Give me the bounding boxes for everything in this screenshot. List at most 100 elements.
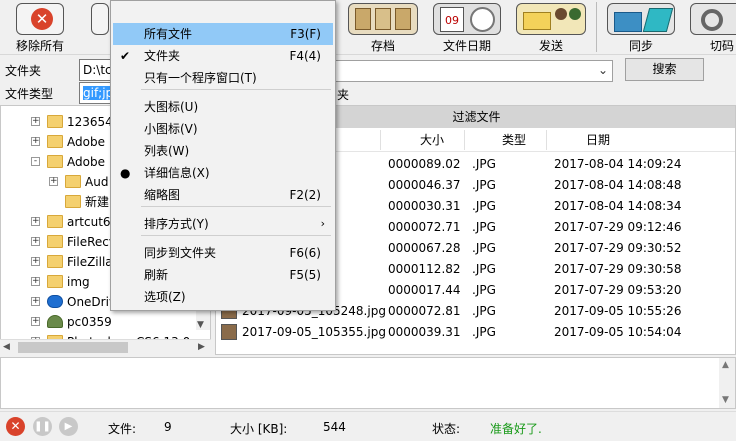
cell-type: .JPG: [472, 220, 496, 234]
cell-size: 0000067.28: [388, 241, 461, 255]
column-size[interactable]: 大小: [420, 128, 444, 152]
sync-folder-icon: [607, 3, 675, 35]
folder-icon: [47, 115, 63, 128]
tree-item-label: Adobe: [67, 155, 105, 169]
cell-type: .JPG: [472, 241, 496, 255]
table-row[interactable]: 2017-09-05_105355.jpg 0000039.31 .JPG 2017-…: [216, 322, 735, 343]
menu-separator: [141, 89, 331, 90]
expand-icon[interactable]: +: [31, 137, 40, 146]
menu-item-label: 所有文件: [144, 27, 193, 41]
menu-item-label: 只有一个程序窗口(T): [144, 71, 257, 85]
pause-icon[interactable]: ❚❚: [33, 417, 52, 436]
menu-item-label: 同步到文件夹: [144, 246, 217, 260]
folder-label: 文件夹: [5, 64, 42, 78]
stop-icon[interactable]: ✕: [6, 417, 25, 436]
scroll-down-icon[interactable]: ▼: [722, 395, 729, 405]
archive-button[interactable]: 存档: [347, 0, 419, 55]
folder-icon: [65, 195, 81, 208]
folder-icon: [47, 255, 63, 268]
scroll-up-icon[interactable]: ▲: [722, 360, 729, 370]
column-type[interactable]: 类型: [502, 128, 526, 152]
collapse-icon[interactable]: -: [31, 157, 40, 166]
menu-item[interactable]: 小图标(V): [113, 118, 333, 140]
gear-icon: [690, 3, 736, 35]
cell-date: 2017-09-05 10:55:26: [554, 304, 682, 318]
menu-item[interactable]: 排序方式(Y) ›: [113, 213, 333, 235]
cell-name: 2017-09-05_105355.jpg: [242, 325, 386, 339]
archive-label: 存档: [370, 39, 395, 53]
menu-item-label: 缩略图: [144, 188, 181, 202]
cell-type: .JPG: [472, 304, 496, 318]
menu-item-label: 大图标(U): [144, 100, 199, 114]
search-button[interactable]: 搜索: [625, 58, 704, 81]
partial-caption: 夹: [337, 88, 350, 102]
scroll-right-icon[interactable]: ▶: [198, 342, 205, 352]
cell-date: 2017-07-29 09:12:46: [554, 220, 682, 234]
partial-toolbar-button[interactable]: [88, 0, 110, 55]
send-button[interactable]: 发送: [514, 0, 588, 55]
cell-type: .JPG: [472, 178, 496, 192]
menu-item-label: 列表(W): [144, 144, 190, 158]
scroll-down-icon[interactable]: ▼: [197, 320, 204, 330]
expand-icon[interactable]: +: [31, 257, 40, 266]
scroll-thumb[interactable]: [18, 342, 128, 353]
expand-icon[interactable]: +: [31, 317, 40, 326]
cell-type: .JPG: [472, 262, 496, 276]
menu-item[interactable]: 列表(W): [113, 140, 333, 162]
cell-size: 0000089.02: [388, 157, 461, 171]
play-icon[interactable]: ▶: [59, 417, 78, 436]
files-count-value: 9: [164, 420, 172, 434]
menu-item[interactable]: 缩略图 F2(2): [113, 184, 333, 206]
menu-item[interactable]: 刷新 F5(5): [113, 264, 333, 286]
tree-horizontal-scrollbar[interactable]: ◀ ▶: [0, 339, 211, 355]
filetype-label: 文件类型: [5, 87, 54, 101]
expand-icon[interactable]: +: [31, 117, 40, 126]
remove-all-button[interactable]: ✕ 移除所有: [6, 0, 74, 55]
expand-icon[interactable]: +: [31, 297, 40, 306]
cell-date: 2017-09-05 10:54:04: [554, 325, 682, 339]
image-thumbnail-icon: [221, 324, 237, 340]
menu-item-label: 小图标(V): [144, 122, 198, 136]
check-icon: ✔: [120, 49, 131, 63]
expand-icon[interactable]: +: [31, 277, 40, 286]
search-combo[interactable]: ⌄: [335, 60, 613, 82]
calendar-clock-icon: 09: [433, 3, 501, 35]
chevron-down-icon[interactable]: ⌄: [598, 63, 608, 77]
folder-icon: [47, 275, 63, 288]
menu-item[interactable]: ● 详细信息(X): [113, 162, 333, 184]
menu-item[interactable]: 大图标(U): [113, 96, 333, 118]
expand-icon[interactable]: +: [31, 217, 40, 226]
expand-icon[interactable]: +: [31, 237, 40, 246]
send-label: 发送: [538, 39, 563, 53]
menu-item[interactable]: 同步到文件夹 F6(6): [113, 242, 333, 264]
menu-item-label: 详细信息(X): [144, 166, 210, 180]
sync-button[interactable]: 同步: [604, 0, 678, 55]
folder-icon: [47, 155, 63, 168]
folder-icon: [47, 135, 63, 148]
menu-item[interactable]: 选项(Z): [113, 286, 333, 308]
column-date[interactable]: 日期: [586, 128, 610, 152]
log-scrollbar[interactable]: ▲ ▼: [719, 358, 735, 408]
switch-button[interactable]: 切码: [688, 0, 736, 55]
folder-icon: [47, 235, 63, 248]
menu-item-shortcut: F5(5): [289, 268, 321, 282]
size-value: 544: [323, 420, 346, 434]
cell-date: 2017-08-04 14:08:34: [554, 199, 682, 213]
toolbar-separator: [596, 2, 597, 52]
cell-size: 0000039.31: [388, 325, 461, 339]
scroll-left-icon[interactable]: ◀: [3, 342, 10, 352]
expand-icon[interactable]: +: [49, 177, 58, 186]
menu-item-shortcut: F3(F): [290, 27, 321, 41]
user-icon: [47, 315, 63, 328]
tree-item-label: artcut6: [67, 215, 111, 229]
cell-size: 0000072.81: [388, 304, 461, 318]
tree-item-label: pc0359: [67, 315, 112, 329]
tree-item[interactable]: + pc0359: [1, 312, 210, 332]
context-menu: 所有文件 F3(F) ✔ 文件夹 F4(4) 只有一个程序窗口(T) 大图标(U) 小图标(V…: [110, 0, 336, 311]
menu-item[interactable]: 所有文件 F3(F): [113, 23, 333, 45]
remove-all-label: 移除所有: [15, 39, 64, 53]
file-date-button[interactable]: 09 文件日期: [430, 0, 504, 55]
column-divider: [546, 130, 547, 150]
menu-item[interactable]: 只有一个程序窗口(T): [113, 67, 333, 89]
menu-item[interactable]: ✔ 文件夹 F4(4): [113, 45, 333, 67]
